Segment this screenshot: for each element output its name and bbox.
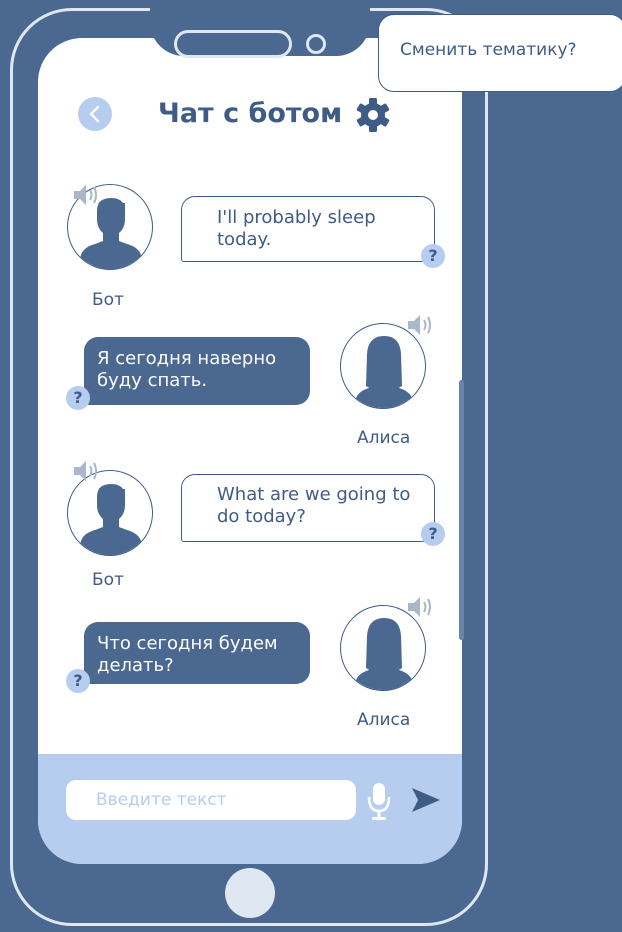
sender-name: Бот [92, 570, 124, 590]
back-button[interactable] [78, 97, 112, 131]
speaker-icon[interactable] [406, 594, 436, 620]
sender-name: Алиса [357, 710, 411, 730]
chat-screen [38, 38, 462, 864]
sender-name: Алиса [357, 428, 411, 448]
help-icon[interactable]: ? [66, 386, 90, 410]
microphone-icon[interactable] [366, 781, 392, 821]
message-text: Я сегодня наверно буду спать. [97, 348, 277, 391]
help-icon[interactable]: ? [421, 522, 445, 546]
home-button[interactable] [225, 868, 275, 918]
tooltip-label: Сменить тематику? [400, 40, 577, 60]
gear-icon[interactable] [355, 97, 391, 133]
camera-dot [306, 34, 326, 54]
speaker-slot [174, 30, 292, 58]
scrollbar[interactable] [459, 380, 464, 640]
chevron-left-icon [89, 105, 100, 123]
message-text: I'll probably sleep today. [217, 207, 376, 250]
speaker-icon[interactable] [406, 312, 436, 338]
message-input[interactable] [66, 780, 356, 820]
speaker-icon[interactable] [72, 458, 102, 484]
sender-name: Бот [92, 290, 124, 310]
speaker-icon[interactable] [72, 182, 102, 208]
send-icon[interactable] [410, 786, 442, 814]
message-text: What are we going to do today? [217, 484, 411, 527]
page-title: Чат с ботом [158, 98, 343, 129]
help-icon[interactable]: ? [66, 669, 90, 693]
message-text: Что сегодня будем делать? [97, 633, 278, 676]
help-icon[interactable]: ? [421, 244, 445, 268]
